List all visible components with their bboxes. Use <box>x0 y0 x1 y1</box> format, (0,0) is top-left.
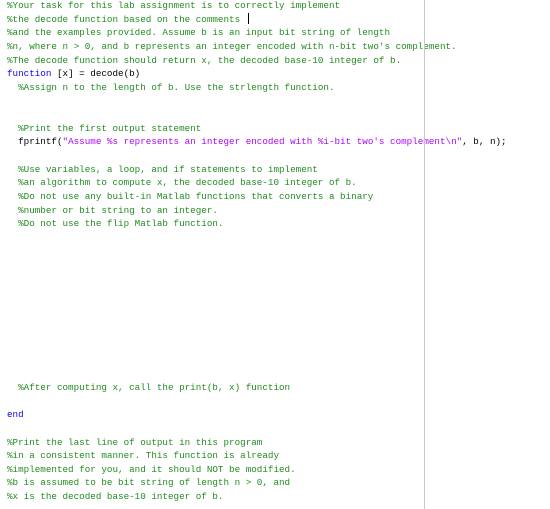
code-line[interactable]: %Use variables, a loop, and if statement… <box>7 163 507 177</box>
comment-token: %implemented for you, and it should NOT … <box>7 463 296 475</box>
code-line[interactable]: %and the examples provided. Assume b is … <box>7 26 507 40</box>
code-line[interactable]: %an algorithm to compute x, the decoded … <box>7 176 507 190</box>
code-line[interactable]: %n, where n > 0, and b represents an int… <box>7 40 507 54</box>
text-cursor <box>247 12 249 24</box>
code-line[interactable]: fprintf("Assume %s represents an integer… <box>7 135 507 149</box>
code-line[interactable]: %Your task for this lab assignment is to… <box>7 0 507 13</box>
code-line[interactable]: %Do not use any built-in Matlab function… <box>7 190 507 204</box>
comment-token: %The decode function should return x, th… <box>7 54 402 66</box>
code-line[interactable] <box>7 299 507 313</box>
comment-token: %number or bit string to an integer. <box>7 204 218 216</box>
code-line[interactable] <box>7 326 507 340</box>
comment-token: %x is the decoded base-10 integer of b. <box>7 491 224 503</box>
code-line[interactable]: %in a consistent manner. This function i… <box>7 449 507 463</box>
comment-token: %b is assumed to be bit string of length… <box>7 477 291 489</box>
comment-token: %the decode function based on the commen… <box>7 13 246 25</box>
code-line[interactable]: %the decode function based on the commen… <box>7 12 507 27</box>
code-line[interactable]: %x is the decoded base-10 integer of b. <box>7 490 507 504</box>
code-line[interactable] <box>7 245 507 259</box>
code-line[interactable] <box>7 313 507 327</box>
comment-token: %After computing x, call the print(b, x)… <box>7 381 291 393</box>
code-line[interactable] <box>7 258 507 272</box>
comment-token: %Your task for this lab assignment is to… <box>7 0 341 11</box>
code-line[interactable] <box>7 395 507 409</box>
code-line[interactable]: %number or bit string to an integer. <box>7 204 507 218</box>
code-line[interactable] <box>7 108 507 122</box>
code-line[interactable]: end <box>7 408 507 422</box>
plain-token: [x] = decode(b) <box>51 68 141 80</box>
comment-token: %Do not use any built-in Matlab function… <box>7 190 374 202</box>
comment-token: %n, where n > 0, and b represents an int… <box>7 40 457 52</box>
code-line[interactable]: %implemented for you, and it should NOT … <box>7 463 507 477</box>
code-line[interactable] <box>7 340 507 354</box>
code-line[interactable]: %Print the first output statement <box>7 122 507 136</box>
comment-token: %Assign n to the length of b. Use the st… <box>7 81 335 93</box>
code-line[interactable] <box>7 354 507 368</box>
code-area[interactable]: %Your task for this lab assignment is to… <box>7 0 507 504</box>
comment-token: %an algorithm to compute x, the decoded … <box>7 177 357 189</box>
code-line[interactable]: %Do not use the flip Matlab function. <box>7 217 507 231</box>
code-line[interactable] <box>7 94 507 108</box>
keyword-token: function <box>7 68 52 80</box>
comment-token: %Use variables, a loop, and if statement… <box>7 163 318 175</box>
code-line[interactable] <box>7 149 507 163</box>
code-line[interactable]: %The decode function should return x, th… <box>7 54 507 68</box>
code-editor[interactable]: %Your task for this lab assignment is to… <box>0 0 550 509</box>
comment-token: %in a consistent manner. This function i… <box>7 450 279 462</box>
code-line[interactable]: %After computing x, call the print(b, x)… <box>7 381 507 395</box>
code-line[interactable] <box>7 285 507 299</box>
string-token: "Assume %s represents an integer encoded… <box>62 136 463 148</box>
keyword-token: end <box>7 409 24 421</box>
plain-token: , b, n); <box>462 136 507 148</box>
code-line[interactable]: %b is assumed to be bit string of length… <box>7 476 507 490</box>
code-line[interactable] <box>7 272 507 286</box>
code-line[interactable]: %Assign n to the length of b. Use the st… <box>7 81 507 95</box>
comment-token: %Do not use the flip Matlab function. <box>7 218 224 230</box>
code-line[interactable] <box>7 231 507 245</box>
comment-token: %Print the last line of output in this p… <box>7 436 263 448</box>
code-line[interactable] <box>7 367 507 381</box>
comment-token: %Print the first output statement <box>7 122 202 134</box>
plain-token: fprintf( <box>7 136 63 148</box>
code-line[interactable]: function [x] = decode(b) <box>7 67 507 81</box>
code-line[interactable] <box>7 422 507 436</box>
comment-token: %and the examples provided. Assume b is … <box>7 27 391 39</box>
code-line[interactable]: %Print the last line of output in this p… <box>7 436 507 450</box>
right-margin-line <box>424 0 425 509</box>
